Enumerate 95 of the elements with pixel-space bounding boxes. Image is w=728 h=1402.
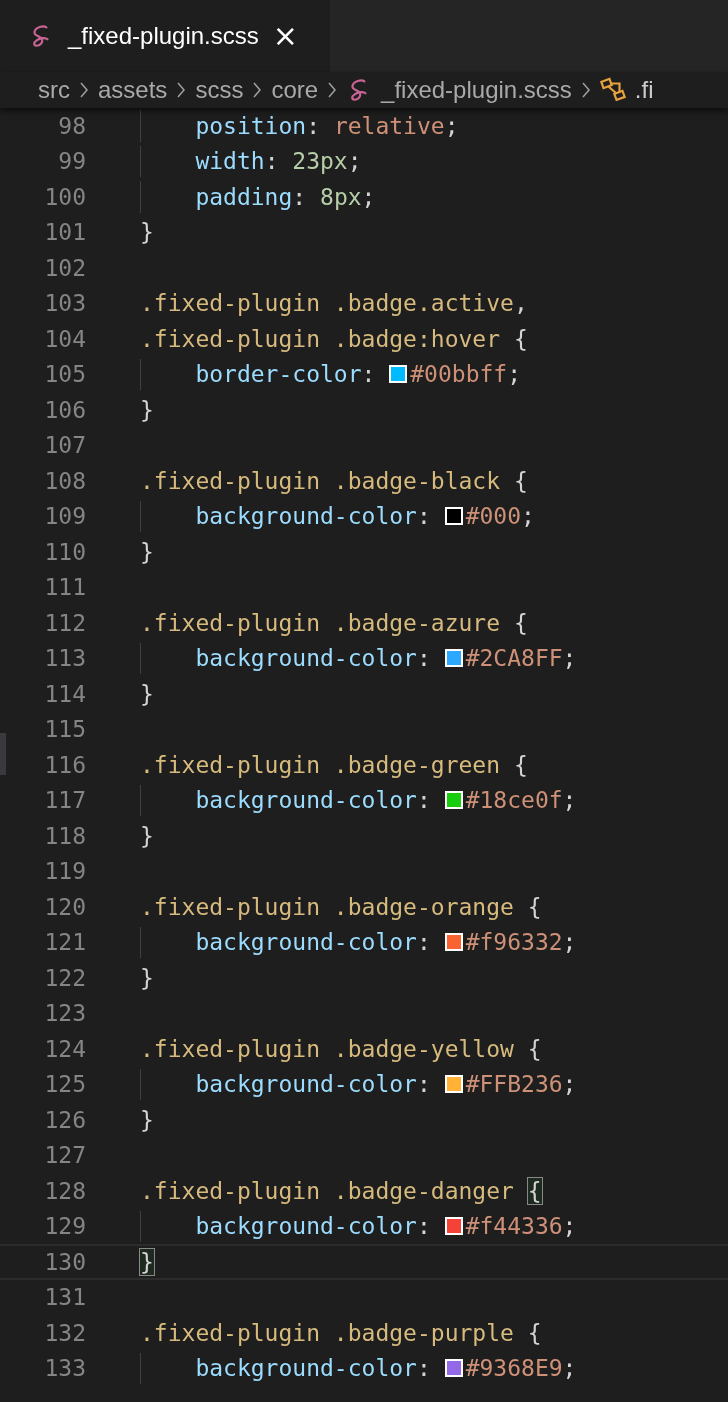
line-number: 116	[43, 751, 86, 778]
code-text: }	[140, 396, 154, 423]
line-number: 130	[43, 1248, 86, 1275]
line-number: 99	[57, 148, 86, 175]
chevron-icon	[79, 82, 89, 98]
line-number: 132	[43, 1319, 86, 1346]
line-number: 105	[43, 361, 86, 388]
breadcrumb-item[interactable]: assets	[98, 76, 168, 104]
line-number: 131	[43, 1284, 86, 1311]
line-number: 113	[43, 645, 86, 672]
code-text: }	[140, 1106, 154, 1133]
code-text: background-color:	[194, 503, 432, 530]
line-number: 127	[43, 1142, 86, 1169]
code-text: }	[140, 822, 154, 849]
code-text: .fixed-plugin .badge-danger {	[140, 1177, 542, 1204]
code-text: #f96332;	[465, 929, 577, 956]
file-tab[interactable]: _fixed-plugin.scss ×	[0, 0, 330, 72]
line-number: 122	[43, 964, 86, 991]
code-text: .fixed-plugin .badge-orange {	[140, 893, 542, 920]
line-number: 124	[43, 1035, 86, 1062]
line-number: 133	[43, 1355, 86, 1382]
breadcrumb-item[interactable]: src	[38, 76, 70, 104]
color-swatch-icon[interactable]	[389, 365, 408, 384]
color-swatch-icon[interactable]	[444, 649, 463, 668]
line-number: 120	[43, 893, 86, 920]
code-text: background-color:	[194, 1071, 432, 1098]
code-text: background-color:	[194, 787, 432, 814]
code-text: #f44336;	[465, 1213, 577, 1240]
breadcrumb-item[interactable]: _fixed-plugin.scss	[381, 76, 572, 104]
code-text: }	[140, 964, 154, 991]
line-number: 125	[43, 1071, 86, 1098]
breadcrumb-item[interactable]: core	[271, 76, 319, 104]
code-text: }	[140, 680, 154, 707]
line-number: 128	[43, 1177, 86, 1204]
code-text: .fixed-plugin .badge-green {	[140, 751, 528, 778]
line-number: 119	[43, 858, 86, 885]
code-text: }	[140, 1248, 154, 1275]
color-swatch-icon[interactable]	[444, 1359, 463, 1378]
code-text: background-color:	[194, 645, 432, 672]
line-number: 117	[43, 787, 86, 814]
line-number: 103	[43, 290, 86, 317]
line-number: 114	[43, 680, 86, 707]
chevron-icon	[580, 82, 591, 98]
line-number: 107	[43, 432, 86, 459]
chevron-icon	[327, 82, 338, 98]
line-number: 111	[43, 574, 86, 601]
line-number: 110	[43, 538, 86, 565]
line-number: 118	[43, 822, 86, 849]
code-text: #FFB236;	[465, 1071, 577, 1098]
line-number: 121	[43, 929, 86, 956]
code-text: .fixed-plugin .badge-black {	[140, 467, 528, 494]
line-number: 108	[43, 467, 86, 494]
line-number: 98	[57, 112, 86, 139]
line-number: 106	[43, 396, 86, 423]
close-icon[interactable]: ×	[272, 21, 298, 51]
line-number: 123	[43, 1000, 86, 1027]
line-number: 104	[43, 325, 86, 352]
color-swatch-icon[interactable]	[444, 1217, 463, 1236]
chevron-icon	[252, 82, 263, 98]
code-text: .fixed-plugin .badge:hover {	[140, 325, 528, 352]
line-number: 109	[43, 503, 86, 530]
code-text: position: relative;	[194, 112, 459, 139]
code-text: }	[140, 538, 154, 565]
code-text: .fixed-plugin .badge-purple {	[140, 1319, 542, 1346]
color-swatch-icon[interactable]	[444, 507, 463, 526]
line-number: 102	[43, 254, 86, 281]
code-text: border-color:	[194, 361, 377, 388]
line-number: 112	[43, 609, 86, 636]
color-swatch-icon[interactable]	[444, 791, 463, 810]
code-text: background-color:	[194, 1355, 432, 1382]
code-text: background-color:	[194, 1213, 432, 1240]
code-text: }	[140, 219, 154, 246]
code-text: #000;	[465, 503, 535, 530]
line-number: 115	[43, 716, 86, 743]
chevron-icon	[176, 82, 187, 98]
code-text: .fixed-plugin .badge.active,	[140, 290, 528, 317]
color-swatch-icon[interactable]	[444, 933, 463, 952]
code-text: background-color:	[194, 929, 432, 956]
code-text: #9368E9;	[465, 1355, 577, 1382]
code-text: .fixed-plugin .badge-yellow {	[140, 1035, 542, 1062]
code-text: #2CA8FF;	[465, 645, 577, 672]
code-text: width: 23px;	[194, 148, 362, 175]
structure-icon	[599, 77, 626, 103]
line-number: 129	[43, 1213, 86, 1240]
code-text: #00bbff;	[410, 361, 522, 388]
tab-title: _fixed-plugin.scss	[68, 22, 259, 50]
code-text: #18ce0f;	[465, 787, 577, 814]
breadcrumb-item[interactable]: .fi	[634, 76, 654, 104]
breadcrumb-item[interactable]: scss	[195, 76, 244, 104]
line-number: 101	[43, 219, 86, 246]
line-number: 100	[43, 183, 86, 210]
color-swatch-icon[interactable]	[444, 1075, 463, 1094]
code-text: .fixed-plugin .badge-azure {	[140, 609, 528, 636]
line-number: 126	[43, 1106, 86, 1133]
code-text: padding: 8px;	[194, 183, 376, 210]
